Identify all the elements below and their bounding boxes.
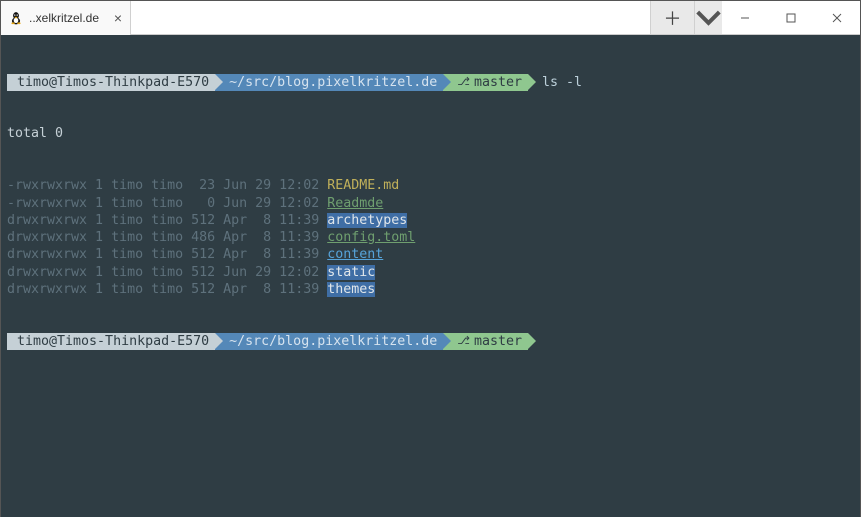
ls-output: -rwxrwxrwx 1 timo timo 23 Jun 29 12:02 R…	[7, 177, 854, 298]
filename: README.md	[327, 178, 399, 193]
ls-row: drwxrwxrwx 1 timo timo 512 Apr 8 11:39 a…	[7, 212, 854, 229]
ls-row: drwxrwxrwx 1 timo timo 512 Apr 8 11:39 t…	[7, 281, 854, 298]
prompt-path: ~/src/blog.pixelkritzel.de	[215, 333, 443, 350]
tab-terminal[interactable]: ..xelkritzel.de ×	[1, 1, 131, 35]
ls-row: -rwxrwxrwx 1 timo timo 0 Jun 29 12:02 Re…	[7, 195, 854, 212]
close-tab-icon[interactable]: ×	[114, 10, 122, 26]
ls-row: -rwxrwxrwx 1 timo timo 23 Jun 29 12:02 R…	[7, 177, 854, 194]
new-tab-button[interactable]: ＋	[650, 1, 694, 34]
prompt-user: timo@Timos-Thinkpad-E570	[7, 74, 215, 91]
ls-row: drwxrwxrwx 1 timo timo 512 Jun 29 12:02 …	[7, 264, 854, 281]
tab-title: ..xelkritzel.de	[29, 11, 99, 25]
command-text: ls -l	[542, 74, 582, 91]
maximize-button[interactable]	[768, 1, 814, 34]
prompt-user: timo@Timos-Thinkpad-E570	[7, 333, 215, 350]
prompt-path: ~/src/blog.pixelkritzel.de	[215, 74, 443, 91]
minimize-button[interactable]	[722, 1, 768, 34]
prompt-branch: ⎇ master	[443, 74, 528, 91]
prompt-branch: ⎇ master	[443, 333, 528, 350]
new-tab-dropdown[interactable]	[694, 1, 722, 34]
branch-name: master	[474, 74, 522, 91]
filename: static	[327, 265, 375, 280]
newtab-group: ＋	[650, 1, 722, 34]
branch-icon: ⎇	[457, 75, 470, 89]
ls-row: drwxrwxrwx 1 timo timo 512 Apr 8 11:39 c…	[7, 246, 854, 263]
filename: themes	[327, 282, 375, 297]
filename: Readmde	[327, 196, 383, 211]
titlebar-drag-area[interactable]	[131, 1, 650, 34]
branch-name: master	[474, 333, 522, 350]
filename: config.toml	[327, 230, 415, 245]
terminal[interactable]: timo@Timos-Thinkpad-E570~/src/blog.pixel…	[1, 35, 860, 517]
ls-row: drwxrwxrwx 1 timo timo 486 Apr 8 11:39 c…	[7, 229, 854, 246]
filename: content	[327, 247, 383, 262]
branch-icon: ⎇	[457, 334, 470, 348]
filename: archetypes	[327, 213, 407, 228]
cursor	[542, 334, 550, 349]
titlebar: ..xelkritzel.de × ＋	[1, 1, 860, 35]
ls-total: total 0	[7, 125, 854, 142]
tux-icon	[9, 11, 23, 25]
window-controls	[722, 1, 860, 34]
prompt-line-2: timo@Timos-Thinkpad-E570~/src/blog.pixel…	[7, 333, 854, 350]
prompt-line-1: timo@Timos-Thinkpad-E570~/src/blog.pixel…	[7, 74, 854, 91]
close-window-button[interactable]	[814, 1, 860, 34]
